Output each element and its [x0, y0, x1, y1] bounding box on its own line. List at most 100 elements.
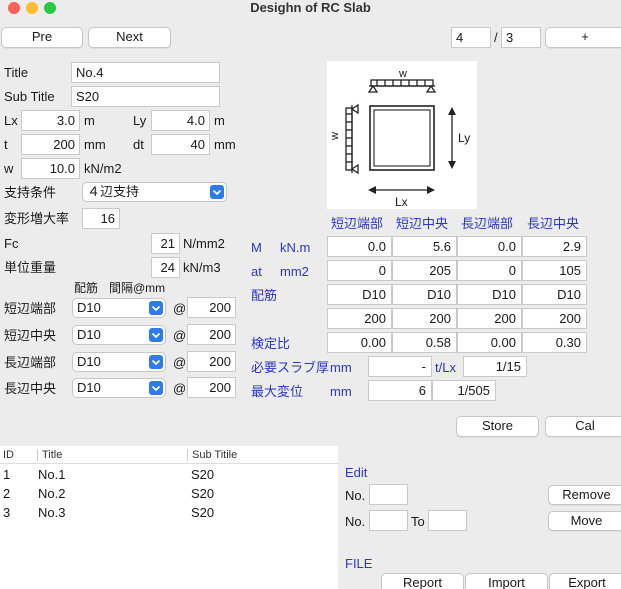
title-label: Title — [4, 65, 29, 80]
t-input[interactable]: 200 — [21, 134, 80, 155]
at-unit: mm2 — [280, 264, 309, 279]
w-label: w — [4, 161, 14, 176]
rebar-select-value: D10 — [77, 300, 101, 315]
move-to-input[interactable] — [428, 510, 467, 531]
list-item[interactable]: 2 No.2 S20 — [0, 485, 338, 504]
list-header-divider — [37, 449, 38, 461]
fc-unit: N/mm2 — [183, 236, 225, 251]
dt-input[interactable]: 40 — [151, 134, 210, 155]
spacing-result-value: 200 — [522, 308, 587, 329]
lx-label: Lx — [4, 113, 18, 128]
chevron-down-icon — [210, 185, 224, 199]
tlx-value: 1/15 — [463, 356, 527, 377]
at-symbol: @ — [173, 301, 187, 316]
page-number-field[interactable]: 4 — [451, 27, 491, 48]
rebar-select-value: D10 — [77, 380, 101, 395]
list-item[interactable]: 1 No.1 S20 — [0, 466, 338, 485]
import-button[interactable]: Import — [465, 573, 548, 589]
check-value: 0.58 — [392, 332, 457, 353]
slab-diagram: w w Ly Lx — [327, 61, 477, 209]
dt-label: dt — [133, 137, 144, 152]
next-button[interactable]: Next — [88, 27, 171, 48]
w-input[interactable]: 10.0 — [21, 158, 80, 179]
defl-label: 最大変位 — [251, 384, 304, 399]
window-title: Desighn of RC Slab — [250, 0, 371, 15]
list-item-subtitle: S20 — [191, 467, 215, 482]
chevron-down-icon — [149, 328, 163, 342]
rebar-select[interactable]: D10 — [72, 298, 166, 318]
at-symbol: @ — [173, 355, 187, 370]
subtitle-input[interactable]: S20 — [71, 86, 220, 107]
lx-input[interactable]: 3.0 — [21, 110, 80, 131]
store-button[interactable]: Store — [456, 416, 539, 437]
move-no-label: No. — [345, 514, 366, 529]
add-button[interactable]: + — [545, 27, 621, 48]
rebar-result-value: D10 — [327, 284, 392, 305]
move-from-input[interactable] — [369, 510, 408, 531]
rebar-select-value: D10 — [77, 354, 101, 369]
check-value: 0.00 — [327, 332, 392, 353]
rebar-spacing-input[interactable]: 200 — [187, 351, 236, 372]
title-input[interactable]: No.4 — [71, 62, 220, 83]
rebar-result-value: D10 — [457, 284, 522, 305]
rebar-select[interactable]: D10 — [72, 352, 166, 372]
chevron-down-icon — [149, 355, 163, 369]
w-unit: kN/m2 — [84, 161, 122, 176]
rebar-spacing-input[interactable]: 200 — [187, 377, 236, 398]
rebar-select[interactable]: D10 — [72, 378, 166, 398]
list-item-id: 1 — [3, 467, 11, 482]
factor-input[interactable]: 16 — [82, 208, 120, 229]
edit-no-input[interactable] — [369, 484, 408, 505]
support-select[interactable]: ４辺支持 — [82, 182, 227, 202]
factor-label: 変形増大率 — [4, 211, 70, 226]
rebar-spacing-input[interactable]: 200 — [187, 324, 236, 345]
rebar-select[interactable]: D10 — [72, 325, 166, 345]
at-symbol: @ — [173, 328, 187, 343]
t-label: t — [4, 137, 8, 152]
diagram-lx-label: Lx — [395, 195, 408, 209]
rebar-row-label: 短辺端部 — [4, 301, 57, 316]
weight-unit: kN/m3 — [183, 260, 221, 275]
tlx-label: t/Lx — [435, 360, 456, 375]
list-item-title: No.2 — [38, 486, 66, 501]
list-header-subtitle[interactable]: Sub Titile — [192, 449, 237, 461]
list-item-subtitle: S20 — [191, 486, 215, 501]
edit-label: Edit — [345, 465, 368, 480]
move-to-label: To — [411, 514, 425, 529]
defl-ratio: 1/505 — [432, 380, 496, 401]
weight-input[interactable]: 24 — [151, 257, 180, 278]
list-header-title[interactable]: Title — [42, 449, 62, 461]
m-value: 0.0 — [457, 236, 522, 257]
rebar-spacing-input[interactable]: 200 — [187, 297, 236, 318]
lx-unit: m — [84, 113, 95, 128]
at-value: 0 — [327, 260, 392, 281]
file-label: FILE — [345, 556, 373, 571]
edit-no-label: No. — [345, 488, 366, 503]
pre-button[interactable]: Pre — [1, 27, 83, 48]
list-item-title: No.3 — [38, 505, 66, 520]
m-value: 5.6 — [392, 236, 457, 257]
list-item[interactable]: 3 No.3 S20 — [0, 504, 338, 523]
m-unit: kN.m — [280, 240, 311, 255]
dt-unit: mm — [214, 137, 236, 152]
result-header-3: 長辺中央 — [527, 216, 580, 231]
ly-input[interactable]: 4.0 — [151, 110, 210, 131]
move-button[interactable]: Move — [548, 511, 621, 531]
report-button[interactable]: Report — [381, 573, 464, 589]
check-value: 0.00 — [457, 332, 522, 353]
at-symbol: @ — [173, 381, 187, 396]
fc-input[interactable]: 21 — [151, 233, 180, 254]
rebar-row-label: 長辺中央 — [4, 381, 57, 396]
rebar-result-label: 配筋 — [251, 288, 278, 303]
at-value: 205 — [392, 260, 457, 281]
slab-diagram-svg — [345, 79, 456, 194]
list-header-id[interactable]: ID — [3, 449, 14, 461]
defl-value: 6 — [368, 380, 432, 401]
cal-button[interactable]: Cal — [545, 416, 621, 437]
result-header-0: 短辺端部 — [331, 216, 384, 231]
export-button[interactable]: Export — [549, 573, 621, 589]
remove-button[interactable]: Remove — [548, 485, 621, 505]
rebar-result-value: D10 — [522, 284, 587, 305]
rebar-row-label: 長辺端部 — [4, 355, 57, 370]
spacing-header: 間隔@mm — [109, 281, 166, 295]
